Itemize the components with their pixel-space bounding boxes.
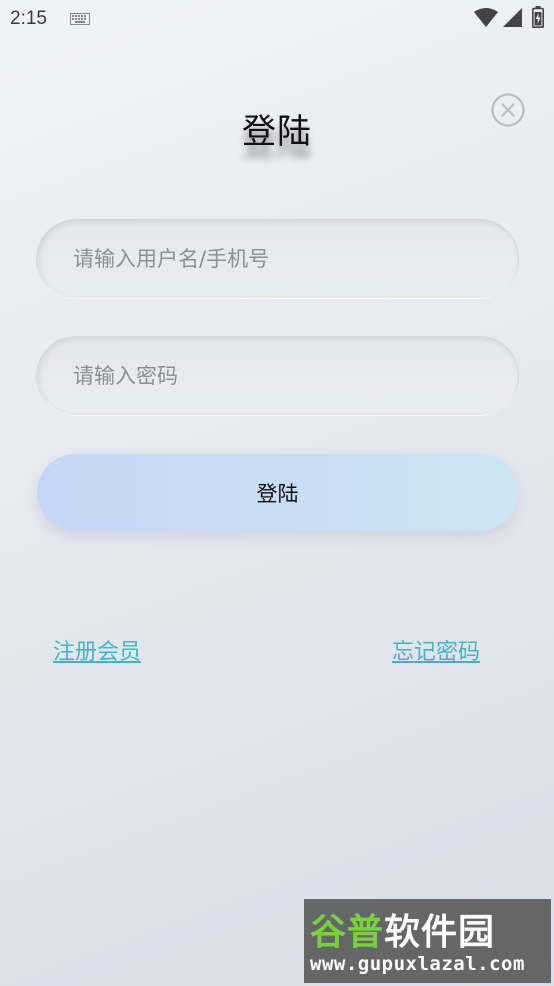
- status-time: 2:15: [10, 8, 47, 29]
- wifi-icon: [474, 8, 498, 27]
- watermark-brand: 谷普软件园: [310, 903, 495, 955]
- watermark-brand-green: 谷普: [310, 912, 385, 953]
- password-field[interactable]: [37, 337, 518, 415]
- watermark-url: www.gupuxlazal.com: [310, 953, 525, 975]
- login-button[interactable]: 登陆: [37, 454, 518, 531]
- page-title: 登陆: [242, 112, 312, 152]
- signal-icon: [503, 8, 522, 27]
- watermark-logo: 谷普软件园 www.gupuxlazal.com: [304, 899, 551, 983]
- keyboard-icon: [70, 13, 90, 25]
- watermark-brand-white: 软件园: [384, 912, 496, 953]
- username-field[interactable]: [37, 220, 518, 298]
- username-input[interactable]: [37, 220, 518, 298]
- register-link[interactable]: 注册会员: [53, 634, 141, 666]
- password-input[interactable]: [37, 337, 518, 415]
- status-bar: 2:15: [0, 0, 554, 40]
- battery-icon: [532, 6, 544, 28]
- forgot-password-link[interactable]: 忘记密码: [392, 634, 480, 666]
